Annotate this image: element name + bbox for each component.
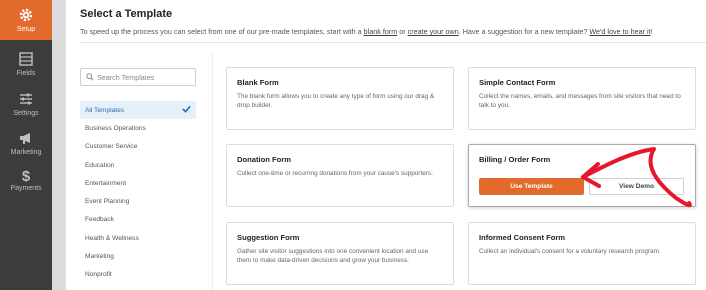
category-list: All Templates Business Operations Custom… (80, 101, 196, 284)
category-label: Event Planning (85, 198, 130, 206)
template-title: Billing / Order Form (479, 155, 551, 164)
category-item-all-templates[interactable]: All Templates (80, 101, 196, 120)
template-selector: Select a Template To speed up the proces… (66, 0, 706, 290)
sliders-icon (20, 93, 32, 105)
search-input[interactable]: Search Templates (80, 68, 196, 86)
category-label: Marketing (85, 253, 114, 261)
page-title: Select a Template (80, 8, 173, 20)
page-subtitle: To speed up the process you can select f… (80, 27, 653, 36)
template-card-simple-contact-form[interactable]: Simple Contact Form Collect the names, e… (468, 67, 696, 130)
megaphone-icon (20, 133, 30, 144)
template-card-suggestion-form[interactable]: Suggestion Form Gather site visitor sugg… (226, 222, 454, 285)
nav-label: Setup (16, 26, 36, 33)
nav-setup[interactable]: Setup (0, 0, 52, 40)
category-label: Entertainment (85, 179, 127, 187)
subtitle-text: To speed up the process you can select f… (80, 27, 364, 36)
use-template-button[interactable]: Use Template (479, 178, 584, 195)
template-description: The blank form allows you to create any … (237, 93, 435, 109)
header-divider (80, 42, 706, 43)
template-card-informed-consent-form[interactable]: Informed Consent Form Collect an individ… (468, 222, 696, 285)
category-label: Health & Wellness (85, 234, 139, 242)
category-item-business-operations[interactable]: Business Operations (80, 119, 196, 137)
nav-label: Settings (13, 110, 39, 117)
panel-divider (212, 52, 213, 290)
category-label: Education (85, 161, 115, 169)
category-item-feedback[interactable]: Feedback (80, 211, 196, 229)
category-item-event-planning[interactable]: Event Planning (80, 192, 196, 210)
app-sidebar: Setup Fields Settings Marketing $ Paymen… (0, 0, 52, 290)
sidebar-strip (52, 0, 66, 290)
category-item-nonprofit[interactable]: Nonprofit (80, 266, 196, 284)
template-description: Collect the names, emails, and messages … (479, 93, 681, 109)
checkmark-icon (182, 105, 191, 113)
nav-label: Payments (10, 184, 42, 192)
category-label: All Templates (85, 106, 125, 114)
template-title: Blank Form (237, 78, 279, 87)
template-description: Collect one-time or recurring donations … (237, 170, 433, 177)
subtitle-text: or (397, 27, 408, 36)
nav-settings[interactable]: Settings (0, 84, 52, 124)
template-card-billing-order-form[interactable]: Billing / Order Form Use Template View D… (468, 144, 696, 207)
suggest-template-link[interactable]: We'd love to hear it (589, 27, 650, 36)
view-demo-button[interactable]: View Demo (589, 178, 684, 195)
category-item-health-wellness[interactable]: Health & Wellness (80, 229, 196, 247)
search-placeholder: Search Templates (97, 72, 155, 82)
template-title: Suggestion Form (237, 233, 300, 242)
template-card-blank-form[interactable]: Blank Form The blank form allows you to … (226, 67, 454, 130)
category-label: Customer Service (85, 143, 138, 151)
template-card-donation-form[interactable]: Donation Form Collect one-time or recurr… (226, 144, 454, 207)
template-description: Gather site visitor suggestions into one… (237, 248, 429, 264)
template-title: Informed Consent Form (479, 233, 566, 242)
category-item-education[interactable]: Education (80, 156, 196, 174)
nav-label: Fields (16, 70, 36, 77)
nav-marketing[interactable]: Marketing (0, 123, 52, 163)
category-label: Business Operations (85, 124, 146, 132)
category-item-marketing[interactable]: Marketing (80, 247, 196, 265)
category-item-entertainment[interactable]: Entertainment (80, 174, 196, 192)
nav-payments[interactable]: $ Payments (0, 160, 52, 200)
template-description: Collect an individual's consent for a vo… (479, 248, 661, 255)
nav-fields[interactable]: Fields (0, 44, 52, 84)
fields-icon (19, 52, 33, 66)
create-your-own-link[interactable]: create your own (408, 27, 459, 36)
template-title: Simple Contact Form (479, 78, 556, 87)
gear-icon (19, 8, 33, 22)
template-title: Donation Form (237, 155, 291, 164)
category-item-customer-service[interactable]: Customer Service (80, 138, 196, 156)
blank-form-link[interactable]: blank form (364, 27, 398, 36)
subtitle-text: . Have a suggestion for a new template? (458, 27, 590, 36)
category-label: Nonprofit (85, 271, 112, 279)
subtitle-text: ! (650, 27, 653, 36)
search-icon (86, 73, 94, 81)
nav-label: Marketing (10, 149, 42, 156)
category-label: Feedback (85, 216, 114, 224)
dollar-icon: $ (21, 167, 31, 185)
